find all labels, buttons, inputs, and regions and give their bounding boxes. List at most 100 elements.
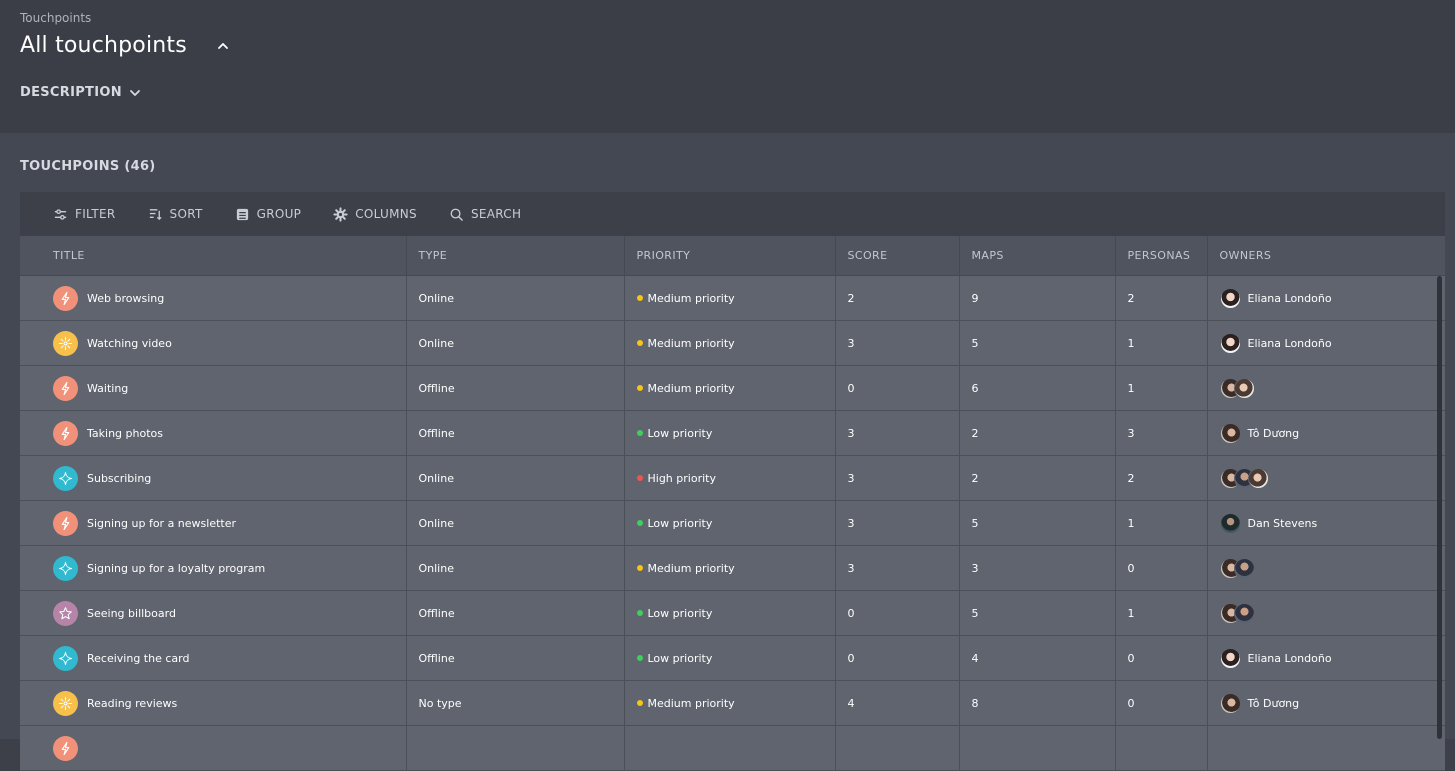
- column-header-priority[interactable]: PRIORITY: [624, 236, 835, 276]
- search-button[interactable]: SEARCH: [449, 207, 521, 222]
- cell-personas: 1: [1115, 321, 1207, 366]
- filter-button[interactable]: FILTER: [53, 207, 116, 222]
- table-row[interactable]: Seeing billboard Offline Low priority 0 …: [20, 591, 1445, 636]
- priority-indicator: Low priority: [637, 652, 713, 665]
- owner-cell: Eliana Londoño: [1220, 648, 1434, 669]
- priority-dot: [637, 430, 643, 436]
- touchpoint-title[interactable]: Signing up for a loyalty program: [87, 562, 265, 575]
- sort-button[interactable]: SORT: [148, 207, 203, 222]
- touchpoint-title[interactable]: Receiving the card: [87, 652, 189, 665]
- avatar[interactable]: [1248, 468, 1269, 489]
- avatar[interactable]: [1220, 648, 1241, 669]
- cell-score: 0: [835, 366, 959, 411]
- column-header-title[interactable]: TITLE: [20, 236, 406, 276]
- title-cell: Seeing billboard: [53, 601, 394, 626]
- column-header-score[interactable]: SCORE: [835, 236, 959, 276]
- owner-cell: [1220, 468, 1434, 489]
- cell-score: 3: [835, 456, 959, 501]
- column-header-type[interactable]: TYPE: [406, 236, 624, 276]
- vertical-scrollbar[interactable]: [1437, 276, 1442, 739]
- gear-icon: [333, 207, 348, 222]
- priority-label: Medium priority: [648, 697, 735, 710]
- cell-score: 3: [835, 501, 959, 546]
- table-row[interactable]: Watching video Online Medium priority 3 …: [20, 321, 1445, 366]
- cell-type: Offline: [406, 411, 624, 456]
- avatar[interactable]: [1220, 693, 1241, 714]
- priority-label: Medium priority: [648, 337, 735, 350]
- avatar[interactable]: [1220, 288, 1241, 309]
- table-row[interactable]: Taking photos Offline Low priority 3 2 3…: [20, 411, 1445, 456]
- cell-title: Web browsing: [20, 276, 406, 321]
- owner-name: Eliana Londoño: [1248, 652, 1332, 665]
- lightning-icon: [53, 511, 78, 536]
- table-body: Web browsing Online Medium priority 2 9 …: [20, 276, 1445, 771]
- priority-dot: [637, 520, 643, 526]
- owner-cell: Tô Dương: [1220, 423, 1434, 444]
- touchpoint-title[interactable]: Taking photos: [87, 427, 163, 440]
- avatar[interactable]: [1234, 603, 1255, 624]
- avatar[interactable]: [1234, 558, 1255, 579]
- cell-maps: 3: [959, 546, 1115, 591]
- priority-indicator: Medium priority: [637, 382, 735, 395]
- columns-label: COLUMNS: [355, 207, 417, 221]
- title-row: All touchpoints: [20, 33, 231, 58]
- cell-personas: 1: [1115, 591, 1207, 636]
- cell-priority: Low priority: [624, 411, 835, 456]
- title-cell: Waiting: [53, 376, 394, 401]
- chevron-down-icon: [128, 86, 142, 100]
- avatar[interactable]: [1220, 513, 1241, 534]
- touchpoint-title[interactable]: Subscribing: [87, 472, 151, 485]
- star-icon: [53, 601, 78, 626]
- avatar[interactable]: [1220, 333, 1241, 354]
- touchpoint-title[interactable]: Waiting: [87, 382, 128, 395]
- priority-label: Medium priority: [648, 562, 735, 575]
- lightning-icon: [53, 421, 78, 446]
- cell-personas: 1: [1115, 366, 1207, 411]
- cell-personas: 0: [1115, 546, 1207, 591]
- avatar[interactable]: [1220, 423, 1241, 444]
- owner-cell: [1220, 603, 1434, 624]
- cell-personas: 0: [1115, 681, 1207, 726]
- touchpoint-title[interactable]: Watching video: [87, 337, 172, 350]
- column-header-owners[interactable]: OWNERS: [1207, 236, 1445, 276]
- touchpoint-title[interactable]: Reading reviews: [87, 697, 177, 710]
- cell-title: Taking photos: [20, 411, 406, 456]
- cell-score: 3: [835, 321, 959, 366]
- cell-priority: Medium priority: [624, 546, 835, 591]
- cell-owners: Tô Dương: [1207, 411, 1445, 456]
- cell-maps: 4: [959, 636, 1115, 681]
- priority-dot: [637, 700, 643, 706]
- columns-button[interactable]: COLUMNS: [333, 207, 417, 222]
- cell-title: [20, 726, 406, 771]
- table-row[interactable]: Subscribing Online High priority 3 2 2: [20, 456, 1445, 501]
- table-row[interactable]: Signing up for a loyalty program Online …: [20, 546, 1445, 591]
- priority-indicator: Medium priority: [637, 697, 735, 710]
- breadcrumb[interactable]: Touchpoints: [20, 11, 91, 25]
- touchpoint-title[interactable]: Seeing billboard: [87, 607, 176, 620]
- description-toggle[interactable]: DESCRIPTION: [20, 85, 142, 100]
- touchpoint-title[interactable]: Web browsing: [87, 292, 164, 305]
- table-row[interactable]: Signing up for a newsletter Online Low p…: [20, 501, 1445, 546]
- group-button[interactable]: GROUP: [235, 207, 302, 222]
- table-row[interactable]: [20, 726, 1445, 771]
- title-cell: Subscribing: [53, 466, 394, 491]
- priority-dot: [637, 475, 643, 481]
- cell-personas: 0: [1115, 636, 1207, 681]
- touchpoint-title[interactable]: Signing up for a newsletter: [87, 517, 236, 530]
- column-header-maps[interactable]: MAPS: [959, 236, 1115, 276]
- column-header-personas[interactable]: PERSONAS: [1115, 236, 1207, 276]
- cell-priority: Medium priority: [624, 321, 835, 366]
- table-row[interactable]: Receiving the card Offline Low priority …: [20, 636, 1445, 681]
- cell-type: Online: [406, 456, 624, 501]
- chevron-up-icon[interactable]: [215, 38, 231, 54]
- avatar[interactable]: [1234, 378, 1255, 399]
- owner-cell: [1220, 378, 1434, 399]
- description-label: DESCRIPTION: [20, 85, 122, 100]
- cell-type: Online: [406, 321, 624, 366]
- touchpoints-table-panel: FILTER SORT GROUP COLUMNS SEARCH: [20, 192, 1445, 739]
- table-row[interactable]: Reading reviews No type Medium priority …: [20, 681, 1445, 726]
- table-row[interactable]: Waiting Offline Medium priority 0 6 1: [20, 366, 1445, 411]
- table-row[interactable]: Web browsing Online Medium priority 2 9 …: [20, 276, 1445, 321]
- priority-dot: [637, 295, 643, 301]
- cell-type: [406, 726, 624, 771]
